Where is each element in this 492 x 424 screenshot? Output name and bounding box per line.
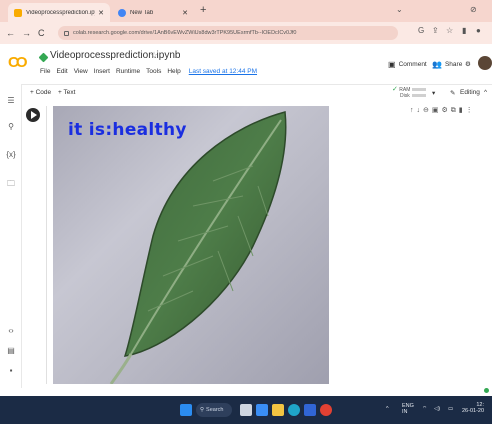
battery-icon[interactable]: ▭ (448, 406, 453, 412)
run-cell-button[interactable] (26, 108, 40, 122)
menu-view[interactable]: View (74, 68, 88, 75)
taskbar-search-label: Search (206, 407, 224, 413)
close-tab-icon[interactable]: ✕ (98, 9, 104, 17)
editing-mode-label[interactable]: Editing (460, 89, 480, 96)
reload-icon[interactable]: C (38, 28, 45, 38)
share-button[interactable]: 👥 Share (432, 60, 462, 69)
tab-search-chevron-icon[interactable]: ⌄ (396, 5, 403, 14)
back-arrow-icon[interactable]: ← (6, 28, 15, 38)
runtime-dropdown-icon[interactable]: ▾ (432, 89, 435, 97)
menu-runtime[interactable]: Runtime (116, 68, 140, 75)
browser-tab-strip: Videoprocessprediction.ipynb - C ✕ New T… (0, 0, 492, 22)
volume-icon[interactable]: ◁) (434, 406, 440, 412)
store-icon[interactable] (304, 404, 316, 416)
windows-taskbar: ⚲ Search ^ ENG IN ⌔ ◁) ▭ 12: 26-01-20 (0, 396, 492, 424)
variables-icon[interactable]: {x} (5, 150, 17, 159)
resource-monitor[interactable]: ✓ RAM Disk (392, 86, 427, 99)
last-saved-link[interactable]: Last saved at 12:44 PM (189, 68, 257, 75)
google-lens-icon[interactable]: G (418, 26, 424, 35)
windows-start-icon[interactable] (180, 404, 192, 416)
cell-output-gutter (46, 106, 47, 384)
terminal-icon[interactable]: ▪ (5, 366, 17, 375)
tab-colab-notebook[interactable]: Videoprocessprediction.ipynb - C ✕ (8, 3, 110, 22)
colab-header: CO Videoprocessprediction.ipynb ☆ File E… (0, 44, 492, 84)
window-close-icon[interactable]: ⊘ (470, 5, 477, 14)
search-icon[interactable]: ⚲ (5, 122, 17, 131)
chrome-icon[interactable] (320, 404, 332, 416)
forward-arrow-icon[interactable]: → (22, 28, 31, 38)
comment-button[interactable]: ▣ Comment (388, 60, 427, 69)
share-label: Share (444, 61, 463, 68)
leaf-image (109, 111, 287, 384)
clock-date: 26-01-20 (462, 408, 485, 414)
disk-label: Disk (400, 93, 410, 99)
edge-browser-icon[interactable] (288, 404, 300, 416)
colab-favicon-icon (14, 8, 22, 17)
taskbar-search[interactable]: ⚲ Search (196, 403, 232, 417)
url-input[interactable]: colab.research.google.com/drive/1AnB6vEW… (58, 26, 398, 40)
comment-icon: ▣ (388, 60, 396, 69)
drive-icon (38, 52, 49, 63)
colab-logo[interactable]: CO (8, 54, 27, 71)
tab-title: Videoprocessprediction.ipynb - C (26, 9, 95, 16)
chrome-favicon-icon (118, 8, 126, 17)
share-page-icon[interactable]: ⇪ (432, 26, 439, 35)
table-of-contents-icon[interactable]: ☰ (5, 96, 17, 105)
close-tab-icon[interactable]: ✕ (182, 9, 188, 17)
tab-title: New Tab (130, 9, 154, 16)
notebook-toolbar: + Code + Text ✓ RAM Disk ▾ ✎ Editing ^ (0, 84, 492, 104)
code-snippets-icon[interactable]: ‹› (5, 326, 17, 335)
language-indicator[interactable]: ENG IN (402, 403, 414, 415)
new-tab-icon[interactable]: + (200, 4, 206, 16)
notebook-title[interactable]: Videoprocessprediction.ipynb (50, 50, 180, 61)
left-sidebar: ☰ ⚲ {x} 🗀 ‹› ▤ ▪ (0, 84, 22, 388)
collapse-chevron-icon[interactable]: ^ (484, 89, 487, 96)
wifi-icon[interactable]: ⌔ (422, 406, 427, 412)
pencil-icon: ✎ (450, 90, 456, 97)
side-panel-icon[interactable]: ▮ (462, 26, 466, 35)
star-notebook-icon[interactable]: ☆ (150, 50, 158, 61)
bookmark-star-icon[interactable]: ☆ (446, 26, 453, 35)
status-indicator (484, 388, 489, 393)
file-explorer-icon[interactable] (272, 404, 284, 416)
menu-insert[interactable]: Insert (94, 68, 110, 75)
connected-check-icon: ✓ (392, 86, 398, 93)
url-text: colab.research.google.com/drive/1AnB6vEW… (73, 30, 297, 36)
search-icon: ⚲ (200, 407, 205, 413)
menu-file[interactable]: File (40, 68, 50, 75)
add-text-button[interactable]: + Text (58, 89, 75, 96)
menu-bar: File Edit View Insert Runtime Tools Help… (40, 68, 263, 75)
comment-label: Comment (398, 61, 427, 68)
command-palette-icon[interactable]: ▤ (5, 346, 17, 355)
tab-new-tab[interactable]: New Tab ✕ (112, 3, 194, 22)
profile-icon[interactable]: ● (476, 26, 481, 35)
task-view-icon[interactable] (256, 404, 268, 416)
menu-edit[interactable]: Edit (56, 68, 67, 75)
avatar[interactable] (478, 56, 492, 70)
add-code-button[interactable]: + Code (30, 89, 51, 96)
tray-chevron-icon[interactable]: ^ (386, 406, 389, 412)
prediction-label: it is:healthy (68, 120, 187, 140)
output-image: it is:healthy (53, 106, 329, 384)
widgets-icon[interactable] (240, 404, 252, 416)
lang-bottom: IN (402, 409, 408, 415)
ram-bar (412, 88, 427, 92)
people-icon: 👥 (432, 60, 442, 69)
files-folder-icon[interactable]: 🗀 (5, 178, 17, 192)
settings-gear-icon[interactable]: ⚙ (465, 60, 471, 68)
lock-icon (64, 30, 69, 36)
disk-bar (411, 94, 426, 98)
menu-help[interactable]: Help (167, 68, 180, 75)
cell-toolbar[interactable]: ↑↓⊖▣⚙⧉▮⋮ (410, 106, 476, 115)
menu-tools[interactable]: Tools (146, 68, 161, 75)
clock[interactable]: 12: 26-01-20 (462, 402, 484, 414)
